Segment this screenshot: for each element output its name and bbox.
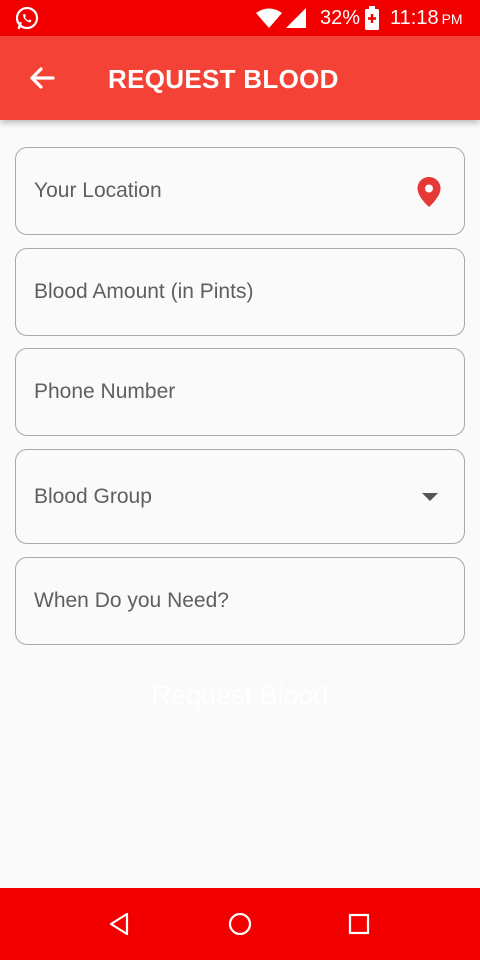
phone-number-field[interactable]: Phone Number [15,348,465,436]
phone-number-placeholder: Phone Number [34,380,176,403]
request-blood-button[interactable]: Request Blood [90,670,390,720]
navigation-bar [0,888,480,960]
when-needed-field[interactable]: When Do you Need? [15,557,465,645]
location-field[interactable]: Your Location [15,147,465,235]
status-bar: 32% 11:18 PM [0,0,480,36]
app-bar: REQUEST BLOOD [0,36,480,120]
dropdown-arrow-icon[interactable] [422,493,438,501]
signal-icon [286,8,306,28]
clock-time: 11:18 [390,7,439,29]
when-needed-placeholder: When Do you Need? [34,589,229,612]
location-pin-icon[interactable] [416,176,442,208]
page-title: REQUEST BLOOD [108,64,339,94]
home-circle-icon[interactable] [226,910,254,938]
wifi-icon [256,8,282,28]
blood-amount-field[interactable]: Blood Amount (in Pints) [15,248,465,336]
battery-percent: 32% [320,7,361,29]
clock: 11:18 PM [390,7,463,30]
recents-square-icon[interactable] [345,910,373,938]
clock-ampm: PM [441,11,463,27]
back-button[interactable] [24,60,60,96]
blood-amount-placeholder: Blood Amount (in Pints) [34,280,254,303]
location-placeholder: Your Location [34,179,162,202]
arrow-back-icon [30,67,55,89]
blood-group-dropdown[interactable]: Blood Group [15,449,465,544]
blood-group-placeholder: Blood Group [34,485,152,508]
back-triangle-icon[interactable] [106,910,134,938]
whatsapp-icon [15,6,39,30]
battery-charging-icon [365,6,379,30]
